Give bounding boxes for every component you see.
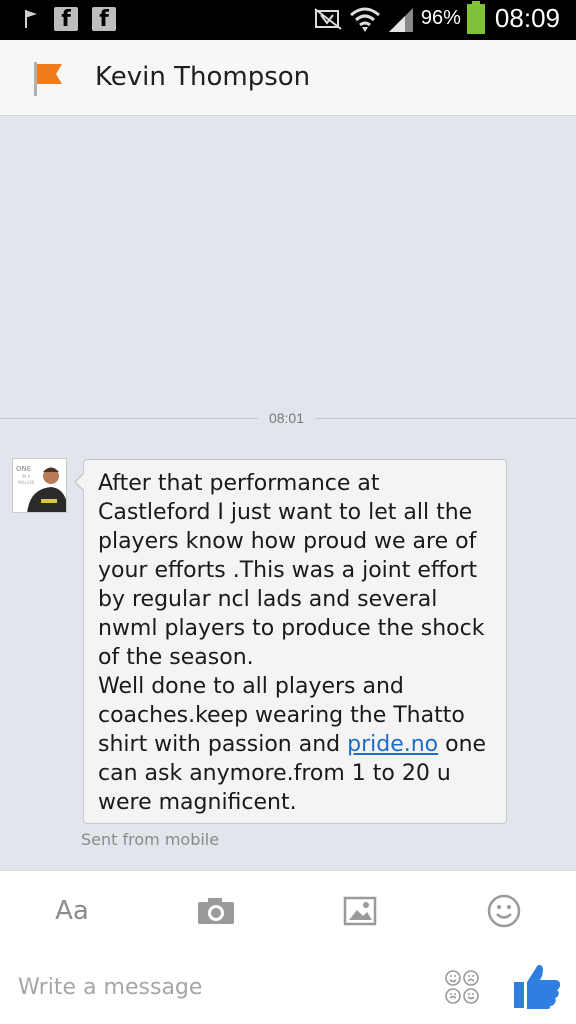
text-format-button[interactable]: Aa: [50, 889, 94, 933]
message-text: After that performance at Castleford I j…: [98, 469, 496, 817]
timestamp-divider-right: [315, 418, 576, 419]
thumbs-up-icon: [514, 964, 561, 1009]
sent-from-label: Sent from mobile: [81, 830, 220, 849]
emoji-button[interactable]: [482, 889, 526, 933]
flag-icon[interactable]: [32, 60, 66, 98]
timestamp-divider-left: [0, 418, 258, 419]
like-button[interactable]: [512, 962, 562, 1010]
message-timestamp: 08:01: [268, 410, 305, 426]
battery-icon: [466, 0, 485, 34]
notification-arrow-icon: [25, 10, 37, 28]
avatar[interactable]: ONE IN A MILLION: [12, 458, 67, 513]
camera-button[interactable]: [194, 889, 238, 933]
wifi-icon: [349, 7, 380, 32]
message-bubble[interactable]: After that performance at Castleford I j…: [74, 459, 507, 824]
avatar-caption-2: IN A: [22, 474, 30, 479]
camera-icon: [198, 898, 234, 924]
message-text-part1: After that performance at Castleford I j…: [98, 471, 485, 757]
avatar-photo: ONE IN A MILLION: [13, 459, 66, 512]
stickers-icon: [445, 970, 479, 1004]
message-input[interactable]: [18, 967, 418, 1007]
avatar-caption-3: MILLION: [18, 480, 34, 485]
gallery-button[interactable]: [338, 889, 382, 933]
battery-percent: 96%: [420, 7, 461, 29]
notification-area: f f: [22, 7, 116, 32]
text-format-label: Aa: [55, 896, 89, 926]
facebook-icon: f: [54, 7, 78, 32]
contact-name: Kevin Thompson: [95, 62, 311, 92]
status-bar: f f 96% 08:09: [0, 0, 576, 40]
clock: 08:09: [494, 3, 560, 33]
nfc-icon: [314, 7, 342, 30]
smiley-icon: [487, 894, 521, 928]
message-input-row: [0, 959, 576, 1019]
composer-toolbar: Aa: [0, 871, 576, 949]
system-tray: 96% 08:09: [313, 0, 560, 34]
signal-icon: [388, 7, 413, 32]
avatar-caption-1: ONE: [16, 465, 31, 473]
sticker-button[interactable]: [444, 969, 480, 1005]
message-link[interactable]: pride.no: [347, 732, 438, 757]
facebook-icon: f: [92, 7, 116, 32]
image-icon: [343, 896, 377, 926]
composer: Aa: [0, 870, 576, 1024]
conversation-header: Kevin Thompson: [0, 40, 576, 116]
